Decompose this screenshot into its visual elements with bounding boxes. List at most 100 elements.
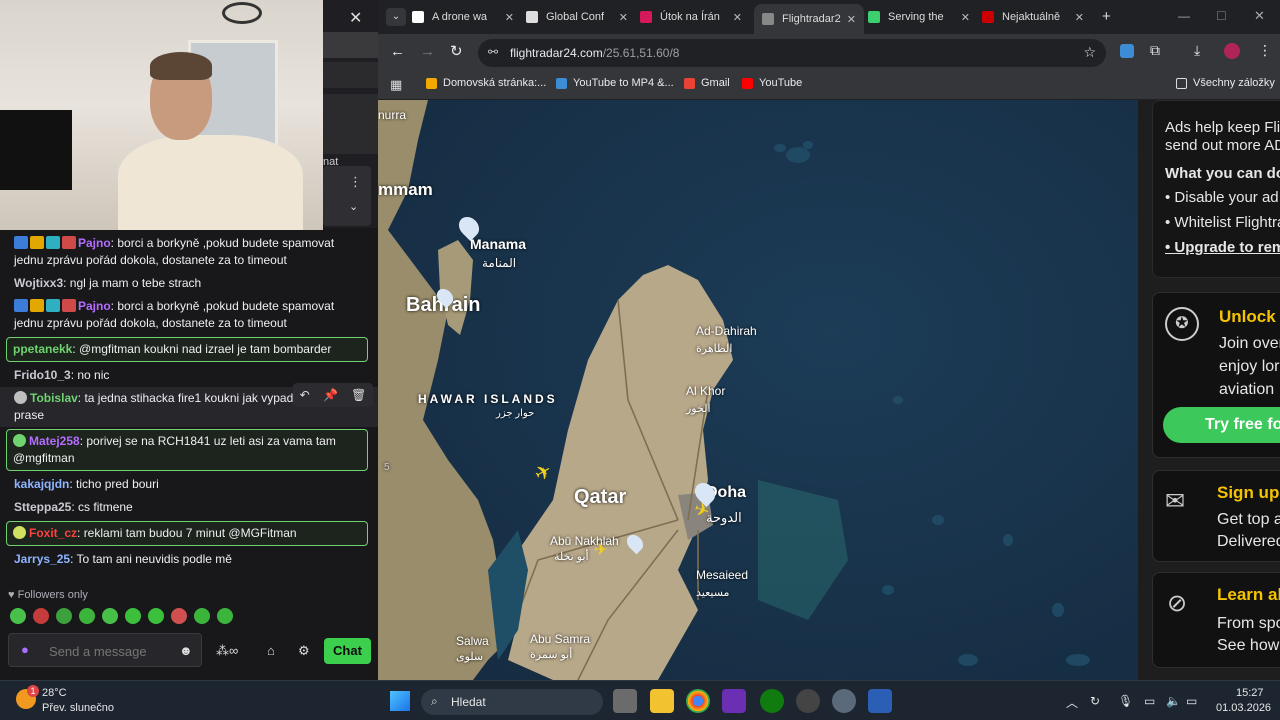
address-bar[interactable]: ⚯ flightradar24.com/25.61,51.60/8 ☆ <box>478 39 1106 67</box>
chat-username[interactable]: Pajno <box>78 299 111 313</box>
taskbar-search[interactable]: ⌕ Hledat <box>421 689 603 715</box>
bookmark-item[interactable]: Gmail <box>684 77 730 89</box>
emote-icon[interactable] <box>56 608 72 624</box>
browser-tab[interactable]: Global Conf ✕ <box>526 6 636 28</box>
tab-close-icon[interactable]: ✕ <box>505 11 514 24</box>
windows-start-icon[interactable] <box>390 691 410 711</box>
file-explorer-icon[interactable] <box>650 689 674 713</box>
reply-icon[interactable]: ↶ <box>300 388 310 402</box>
more-menu-icon[interactable]: ⋮ <box>1258 42 1272 59</box>
minimize-icon[interactable]: — <box>1178 9 1190 23</box>
delete-icon[interactable]: 🗑 <box>351 388 366 402</box>
volume-icon[interactable]: 🔈 <box>1166 694 1181 708</box>
emote-icon[interactable] <box>125 608 141 624</box>
chat-message[interactable]: kakajqjdn: ticho pred bouri <box>0 473 378 496</box>
apps-grid-icon[interactable]: ▦ <box>390 77 402 93</box>
tab-close-icon[interactable]: ✕ <box>1075 11 1084 24</box>
sidebar-option-upgrade[interactable]: • Upgrade to rem <box>1165 239 1280 256</box>
emote-icon[interactable] <box>79 608 95 624</box>
emote-icon[interactable] <box>10 608 26 624</box>
xbox-icon[interactable] <box>760 689 784 713</box>
tab-close-icon[interactable]: ✕ <box>733 11 742 24</box>
app-icon[interactable] <box>796 689 820 713</box>
popup-row[interactable]: nat <box>323 94 378 168</box>
download-icon[interactable]: ⤓ <box>1194 42 1200 59</box>
popup-row[interactable] <box>323 62 378 88</box>
chat-send-button[interactable]: Chat <box>324 638 371 664</box>
bits-icon[interactable]: ⁂∞ <box>216 643 238 659</box>
clock-date[interactable]: 01.03.2026 <box>1216 702 1271 714</box>
popup-row[interactable] <box>323 32 378 58</box>
extension-icon[interactable] <box>1120 44 1134 58</box>
emote-icon[interactable] <box>217 608 233 624</box>
chat-username[interactable]: kakajqjdn <box>14 477 69 491</box>
emote-icon[interactable] <box>171 608 187 624</box>
puzzle-icon[interactable]: ⧉ <box>1150 42 1160 59</box>
browser-tab[interactable]: A drone wa ✕ <box>412 6 522 28</box>
app-icon[interactable] <box>722 689 746 713</box>
display-icon[interactable]: ▭ <box>1144 694 1155 708</box>
battery-icon[interactable]: ▭ <box>1186 694 1197 708</box>
chat-username[interactable]: Tobislav <box>30 391 78 405</box>
chat-input-box[interactable]: ● ☻ <box>8 633 202 667</box>
bookmark-star-icon[interactable]: ☆ <box>1083 44 1096 61</box>
bookmark-item[interactable]: YouTube <box>742 77 802 89</box>
browser-tab[interactable]: Flightradar2 ✕ <box>754 4 864 34</box>
chat-message[interactable]: Foxit_cz: reklami tam budou 7 minut @MGF… <box>6 521 368 546</box>
emote-icon[interactable] <box>33 608 49 624</box>
tab-close-icon[interactable]: ✕ <box>847 13 856 26</box>
clock-time[interactable]: 15:27 <box>1236 687 1264 699</box>
sync-icon[interactable]: ↻ <box>1090 694 1100 708</box>
chat-message[interactable]: Matej258: porivej se na RCH1841 uz leti … <box>6 429 368 471</box>
tab-close-icon[interactable]: ✕ <box>619 11 628 24</box>
tab-search-icon[interactable]: ⌄ <box>386 8 406 26</box>
chat-input[interactable] <box>49 640 169 662</box>
chat-username[interactable]: ppetanekk <box>13 342 72 356</box>
store-icon[interactable]: ⌂ <box>267 643 275 658</box>
chat-username[interactable]: Pajno <box>78 236 111 250</box>
tray-chevron-icon[interactable]: ︿ <box>1066 694 1078 711</box>
more-icon[interactable]: ⋮ <box>349 174 362 190</box>
task-view-icon[interactable] <box>613 689 637 713</box>
chat-username[interactable]: Wojtixx3 <box>14 276 63 290</box>
aircraft-icon[interactable]: ✈ <box>594 540 607 560</box>
try-free-button[interactable]: Try free fo <box>1163 407 1280 443</box>
browser-tab[interactable]: Útok na Írán ✕ <box>640 6 750 28</box>
mic-icon[interactable]: ● <box>21 642 29 657</box>
emoji-icon[interactable]: ☻ <box>179 643 193 658</box>
chevron-down-icon[interactable]: ⌄ <box>349 200 358 213</box>
close-icon[interactable]: ✕ <box>349 8 362 28</box>
chat-username[interactable]: Frido10_3 <box>14 368 71 382</box>
pin-icon[interactable]: 📌 <box>323 388 338 402</box>
emote-icon[interactable] <box>148 608 164 624</box>
emote-icon[interactable] <box>102 608 118 624</box>
chrome-icon[interactable] <box>686 689 710 713</box>
bookmark-item[interactable]: Domovská stránka:... <box>426 77 546 89</box>
maximize-icon[interactable]: ☐ <box>1216 9 1227 23</box>
chat-username[interactable]: Matej258 <box>29 434 80 448</box>
sidebar-option-disable[interactable]: • Disable your ad <box>1165 189 1279 206</box>
chat-username[interactable]: Stteppa25 <box>14 500 71 514</box>
forward-icon[interactable]: → <box>420 43 435 60</box>
chat-message[interactable]: ppetanekk: @mgfitman koukni nad izrael j… <box>6 337 368 362</box>
gear-icon[interactable]: ⚙ <box>298 643 310 659</box>
profile-avatar[interactable] <box>1224 43 1240 59</box>
window-close-icon[interactable]: ✕ <box>1254 8 1265 24</box>
app-icon[interactable] <box>868 689 892 713</box>
back-icon[interactable]: ← <box>390 43 405 60</box>
chat-username[interactable]: Foxit_cz <box>29 526 77 540</box>
new-tab-button[interactable]: + <box>1102 8 1111 25</box>
chat-message[interactable]: Pajno: borci a borkyně ,pokud budete spa… <box>0 295 378 335</box>
site-info-icon[interactable]: ⚯ <box>488 45 498 59</box>
chat-username[interactable]: Jarrys_25 <box>14 552 70 566</box>
sidebar-option-whitelist[interactable]: • Whitelist Flightra <box>1165 214 1280 231</box>
browser-tab[interactable]: Serving the ✕ <box>868 6 978 28</box>
chat-message[interactable]: Jarrys_25: To tam ani neuvidis podle mě <box>0 548 378 571</box>
mic-tray-icon[interactable]: 🎙 <box>1118 694 1133 708</box>
reload-icon[interactable]: ↻ <box>450 42 463 60</box>
bookmark-item[interactable]: YouTube to MP4 &... <box>556 77 674 89</box>
tab-close-icon[interactable]: ✕ <box>961 11 970 24</box>
chat-message[interactable]: Stteppa25: cs fitmene <box>0 496 378 519</box>
browser-tab[interactable]: Nejaktuálně ✕ <box>982 6 1092 28</box>
chat-message[interactable]: Wojtixx3: ngl ja mam o tebe strach <box>0 272 378 295</box>
